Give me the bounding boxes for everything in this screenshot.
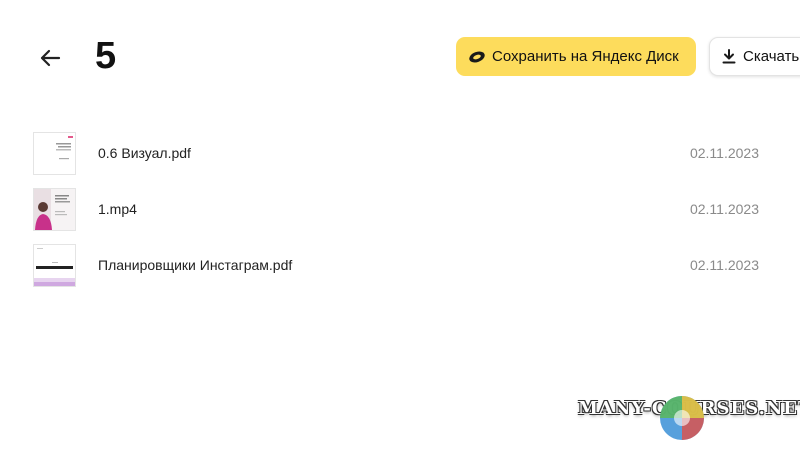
file-row[interactable]: 0.6 Визуал.pdf 02.11.2023 xyxy=(0,126,800,182)
header: 5 Сохранить на Яндекс Диск Скачать xyxy=(0,0,800,110)
file-date: 02.11.2023 xyxy=(689,145,759,161)
pdf-planner-thumb xyxy=(33,244,76,287)
file-list: 0.6 Визуал.pdf 02.11.2023 1.mp4 02.11.20… xyxy=(0,126,800,294)
back-button[interactable] xyxy=(34,44,66,76)
save-button-label: Сохранить на Яндекс Диск xyxy=(492,48,679,65)
file-date: 02.11.2023 xyxy=(689,257,759,273)
file-name: Планировщики Инстаграм.pdf xyxy=(98,257,293,273)
pdf-doc-thumb xyxy=(33,132,76,175)
download-icon xyxy=(722,49,736,64)
folder-title: 5 xyxy=(95,35,117,77)
file-row[interactable]: Планировщики Инстаграм.pdf 02.11.2023 xyxy=(0,238,800,294)
video-thumb xyxy=(33,188,76,231)
save-to-disk-button[interactable]: Сохранить на Яндекс Диск xyxy=(456,37,696,76)
download-button[interactable]: Скачать xyxy=(709,37,800,76)
watermark-logo xyxy=(656,392,708,444)
file-name: 0.6 Визуал.pdf xyxy=(98,145,191,161)
download-button-label: Скачать xyxy=(743,48,800,65)
arrow-left-icon xyxy=(39,49,61,72)
file-row[interactable]: 1.mp4 02.11.2023 xyxy=(0,182,800,238)
yandex-disk-icon xyxy=(468,50,486,64)
file-date: 02.11.2023 xyxy=(689,201,759,217)
file-name: 1.mp4 xyxy=(98,201,137,217)
